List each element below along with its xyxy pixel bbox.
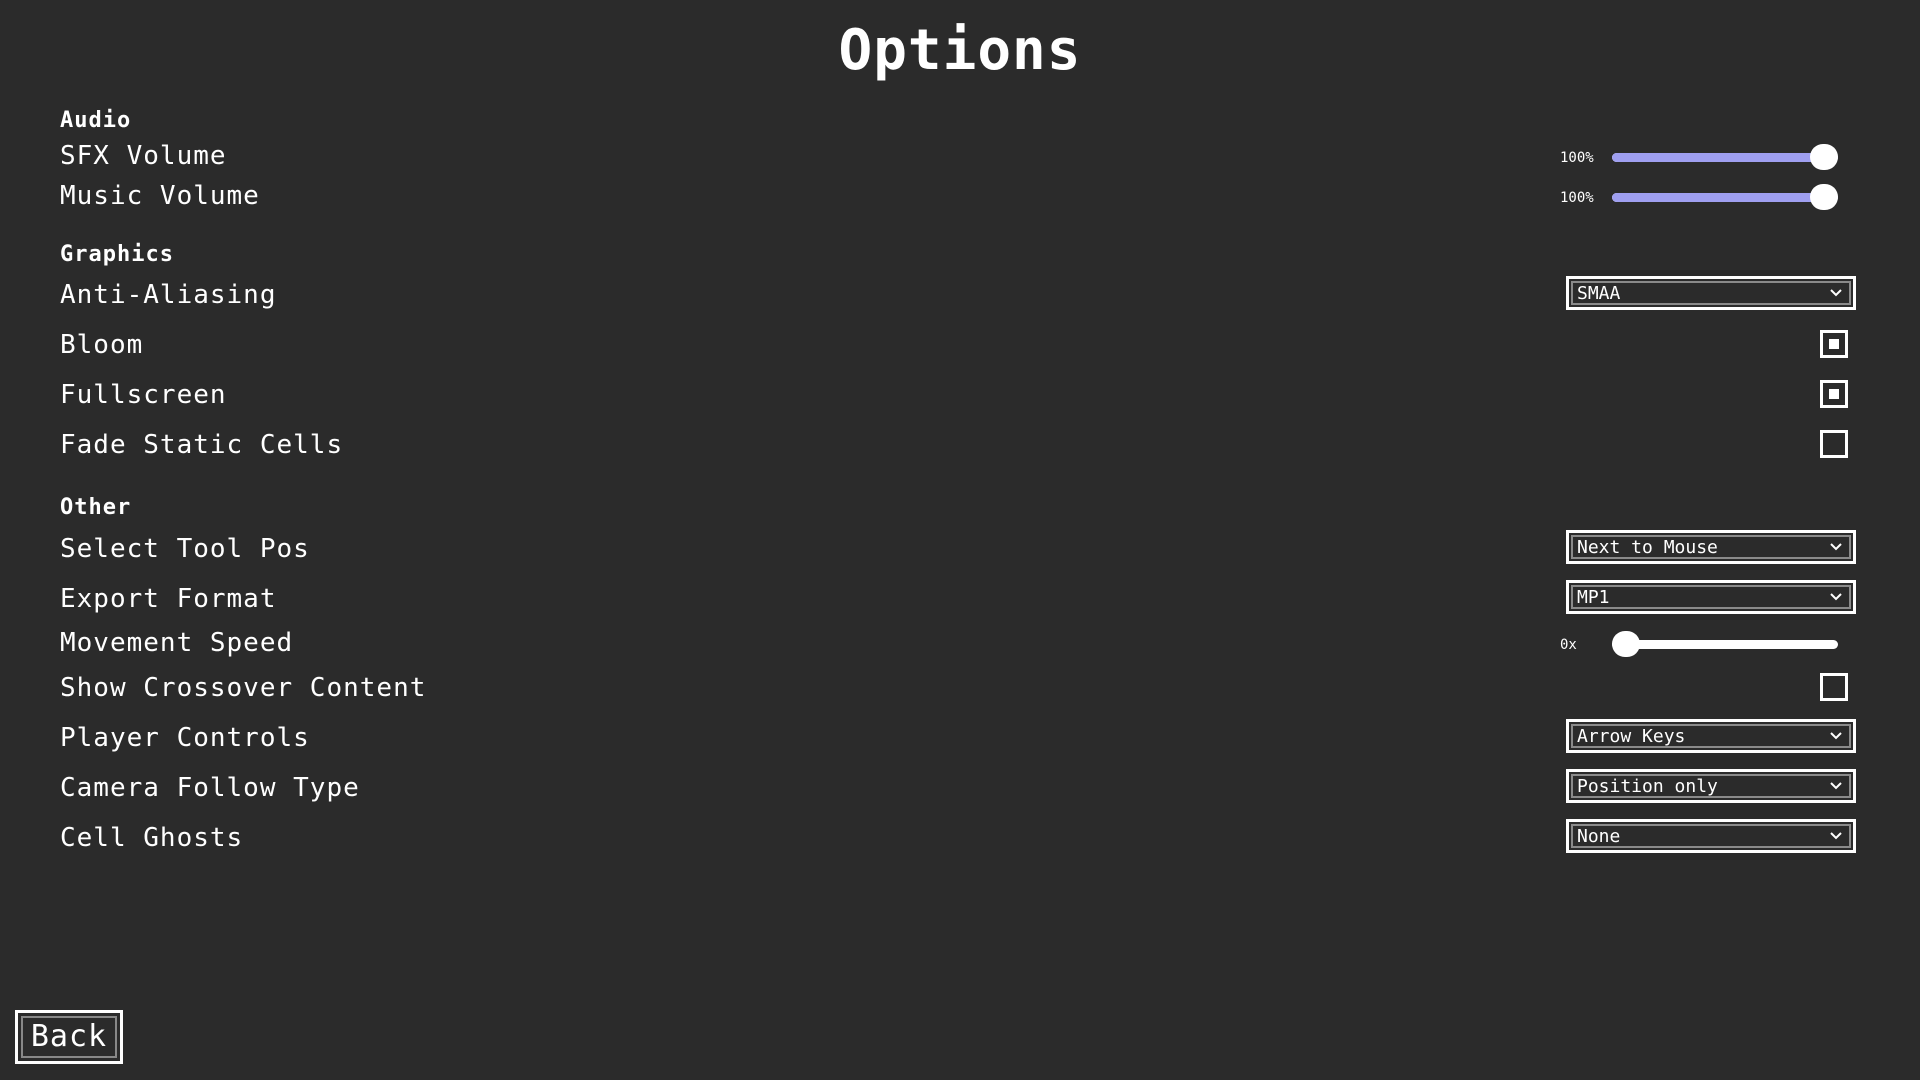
export-format-selected: MP1 [1577, 587, 1610, 608]
fade-static-cells-label: Fade Static Cells [60, 430, 344, 460]
options-screen: Options Audio SFX Volume 100% Music Volu… [0, 0, 1920, 1080]
chevron-down-icon [1830, 832, 1842, 840]
fade-static-cells-checkbox[interactable] [1820, 430, 1848, 458]
fullscreen-check-mark [1829, 389, 1839, 399]
fullscreen-label: Fullscreen [60, 380, 227, 410]
music-volume-value: 100% [1560, 190, 1594, 206]
export-format-dropdown[interactable]: MP1 [1566, 580, 1856, 614]
back-button[interactable]: Back [15, 1010, 123, 1064]
chevron-down-icon [1830, 543, 1842, 551]
music-volume-thumb[interactable] [1810, 184, 1838, 210]
show-crossover-content-checkbox[interactable] [1820, 673, 1848, 701]
page-title: Options [838, 18, 1082, 83]
chevron-down-icon [1830, 593, 1842, 601]
player-controls-label: Player Controls [60, 723, 310, 753]
sfx-volume-track[interactable] [1612, 153, 1838, 162]
player-controls-dropdown[interactable]: Arrow Keys [1566, 719, 1856, 753]
camera-follow-type-selected: Position only [1577, 776, 1718, 797]
section-heading-graphics: Graphics [60, 242, 174, 267]
anti-aliasing-label: Anti-Aliasing [60, 280, 277, 310]
bloom-checkbox[interactable] [1820, 330, 1848, 358]
bloom-label: Bloom [60, 330, 144, 360]
music-volume-slider[interactable]: 100% [1560, 184, 1856, 210]
music-volume-track[interactable] [1612, 193, 1838, 202]
cell-ghosts-label: Cell Ghosts [60, 823, 244, 853]
movement-speed-slider[interactable]: 0x [1560, 631, 1856, 657]
section-heading-other: Other [60, 495, 132, 520]
sfx-volume-thumb[interactable] [1810, 144, 1838, 170]
select-tool-pos-selected: Next to Mouse [1577, 537, 1718, 558]
sfx-volume-value: 100% [1560, 150, 1594, 166]
movement-speed-value: 0x [1560, 637, 1577, 653]
music-volume-fill [1612, 193, 1838, 202]
player-controls-selected: Arrow Keys [1577, 726, 1686, 747]
music-volume-label: Music Volume [60, 181, 260, 211]
sfx-volume-label: SFX Volume [60, 141, 227, 171]
bloom-check-mark [1829, 339, 1839, 349]
chevron-down-icon [1830, 732, 1842, 740]
select-tool-pos-label: Select Tool Pos [60, 534, 310, 564]
show-crossover-content-label: Show Crossover Content [60, 673, 427, 703]
camera-follow-type-label: Camera Follow Type [60, 773, 360, 803]
cell-ghosts-dropdown[interactable]: None [1566, 819, 1856, 853]
section-heading-audio: Audio [60, 108, 132, 133]
fullscreen-checkbox[interactable] [1820, 380, 1848, 408]
export-format-label: Export Format [60, 584, 277, 614]
select-tool-pos-dropdown[interactable]: Next to Mouse [1566, 530, 1856, 564]
anti-aliasing-dropdown[interactable]: SMAA [1566, 276, 1856, 310]
camera-follow-type-dropdown[interactable]: Position only [1566, 769, 1856, 803]
movement-speed-label: Movement Speed [60, 628, 294, 658]
anti-aliasing-selected: SMAA [1577, 283, 1621, 304]
sfx-volume-slider[interactable]: 100% [1560, 144, 1856, 170]
cell-ghosts-selected: None [1577, 826, 1621, 847]
chevron-down-icon [1830, 782, 1842, 790]
movement-speed-track[interactable] [1612, 640, 1838, 649]
chevron-down-icon [1830, 289, 1842, 297]
sfx-volume-fill [1612, 153, 1838, 162]
movement-speed-thumb[interactable] [1612, 631, 1640, 657]
